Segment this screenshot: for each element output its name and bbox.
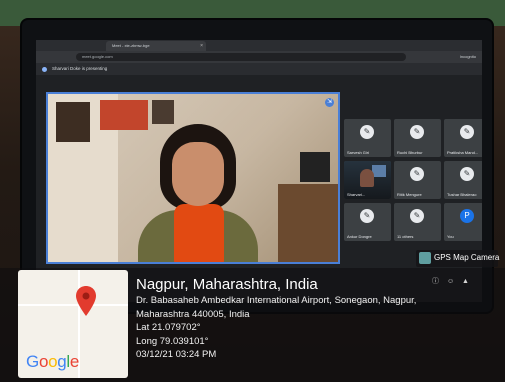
participant-name: Ankur Dongre <box>347 234 372 239</box>
gps-camera-icon <box>419 252 431 264</box>
participant-tile[interactable]: ✎ Ritik Mengure <box>394 161 441 199</box>
tab-title: Meet - xte-zbmw-bge <box>112 43 150 48</box>
presenting-text: Sharvari Doke is presenting <box>52 66 108 71</box>
cabinet <box>278 184 338 262</box>
map-road <box>18 304 128 306</box>
longitude: Long 79.039101° <box>136 335 209 347</box>
map-thumbnail: Google <box>18 270 128 378</box>
participant-tile[interactable]: ✎ Ruchi Bhurbur <box>394 119 441 157</box>
mic-off-icon: ✎ <box>410 125 424 139</box>
participant-name: Sharvari... <box>347 192 366 197</box>
gps-camera-badge: GPS Map Camera <box>416 250 500 267</box>
location-info: Nagpur, Maharashtra, India Dr. Babasaheb… <box>136 276 481 362</box>
pin-tile-icon[interactable]: ⇲ <box>325 98 334 107</box>
participant-name: Ritik Mengure <box>397 192 422 197</box>
participant-tile[interactable]: ✎ Sarvesh Giri <box>344 119 391 157</box>
background-monitor <box>300 152 330 182</box>
address-bar: meet.google.com Incognito <box>36 51 482 63</box>
wall-poster <box>56 102 90 142</box>
location-title: Nagpur, Maharashtra, India <box>136 276 318 293</box>
user-avatar: P <box>460 209 474 223</box>
meet-controls: ⓘ ☺ ▲ <box>432 276 477 286</box>
mic-off-icon: ✎ <box>360 125 374 139</box>
participant-tile[interactable]: P You <box>444 203 482 241</box>
participant-name: Pratiksha Mand... <box>447 150 479 155</box>
info-icon[interactable]: ⓘ <box>432 276 441 286</box>
participant-name: Sarvesh Giri <box>347 150 370 155</box>
video-person <box>360 169 374 187</box>
address-line: Dr. Babasaheb Ambedkar International Air… <box>136 295 417 306</box>
google-logo: Google <box>26 352 80 371</box>
participant-name: Tushar Bhalerao <box>447 192 477 197</box>
latitude: Lat 21.079702° <box>136 322 201 333</box>
presenter-person <box>138 124 258 262</box>
mic-off-icon: ✎ <box>410 167 424 181</box>
participant-tile[interactable]: ✎ 11 others <box>394 203 441 241</box>
people-icon[interactable]: ☺ <box>447 278 456 285</box>
presenter-video-tile[interactable]: ⇲ <box>46 92 340 264</box>
presenting-banner: Sharvari Doke is presenting <box>36 63 482 75</box>
browser-tab[interactable]: Meet - xte-zbmw-bge × <box>106 41 206 51</box>
activities-icon[interactable]: ▲ <box>462 278 471 285</box>
mic-off-icon: ✎ <box>460 125 474 139</box>
participant-name: Ruchi Bhurbur <box>397 150 423 155</box>
address-line: Maharashtra 440005, India <box>136 308 250 320</box>
participant-tile[interactable]: ✎ Pratiksha Mand... <box>444 119 482 157</box>
mic-off-icon: ✎ <box>360 209 374 223</box>
gps-brand-label: GPS Map Camera <box>434 253 500 262</box>
wall-poster <box>152 100 174 124</box>
participant-name: You <box>447 234 454 239</box>
map-pin-icon <box>76 286 96 316</box>
video-monitor <box>372 165 386 177</box>
participant-tile[interactable]: ✎ Tushar Bhalerao <box>444 161 482 199</box>
present-icon <box>42 67 47 72</box>
timestamp: 03/12/21 03:24 PM <box>136 349 217 360</box>
url-field[interactable]: meet.google.com <box>76 53 406 61</box>
participant-video-tile[interactable]: Sharvari... <box>344 161 391 199</box>
participant-name: 11 others <box>397 234 414 239</box>
profile-chip[interactable]: Incognito <box>460 53 476 61</box>
close-icon[interactable]: × <box>200 41 203 51</box>
mic-off-icon: ✎ <box>460 167 474 181</box>
participant-tile[interactable]: ✎ Ankur Dongre <box>344 203 391 241</box>
browser-tab-strip: Meet - xte-zbmw-bge × <box>36 40 482 51</box>
mic-off-icon: ✎ <box>410 209 424 223</box>
